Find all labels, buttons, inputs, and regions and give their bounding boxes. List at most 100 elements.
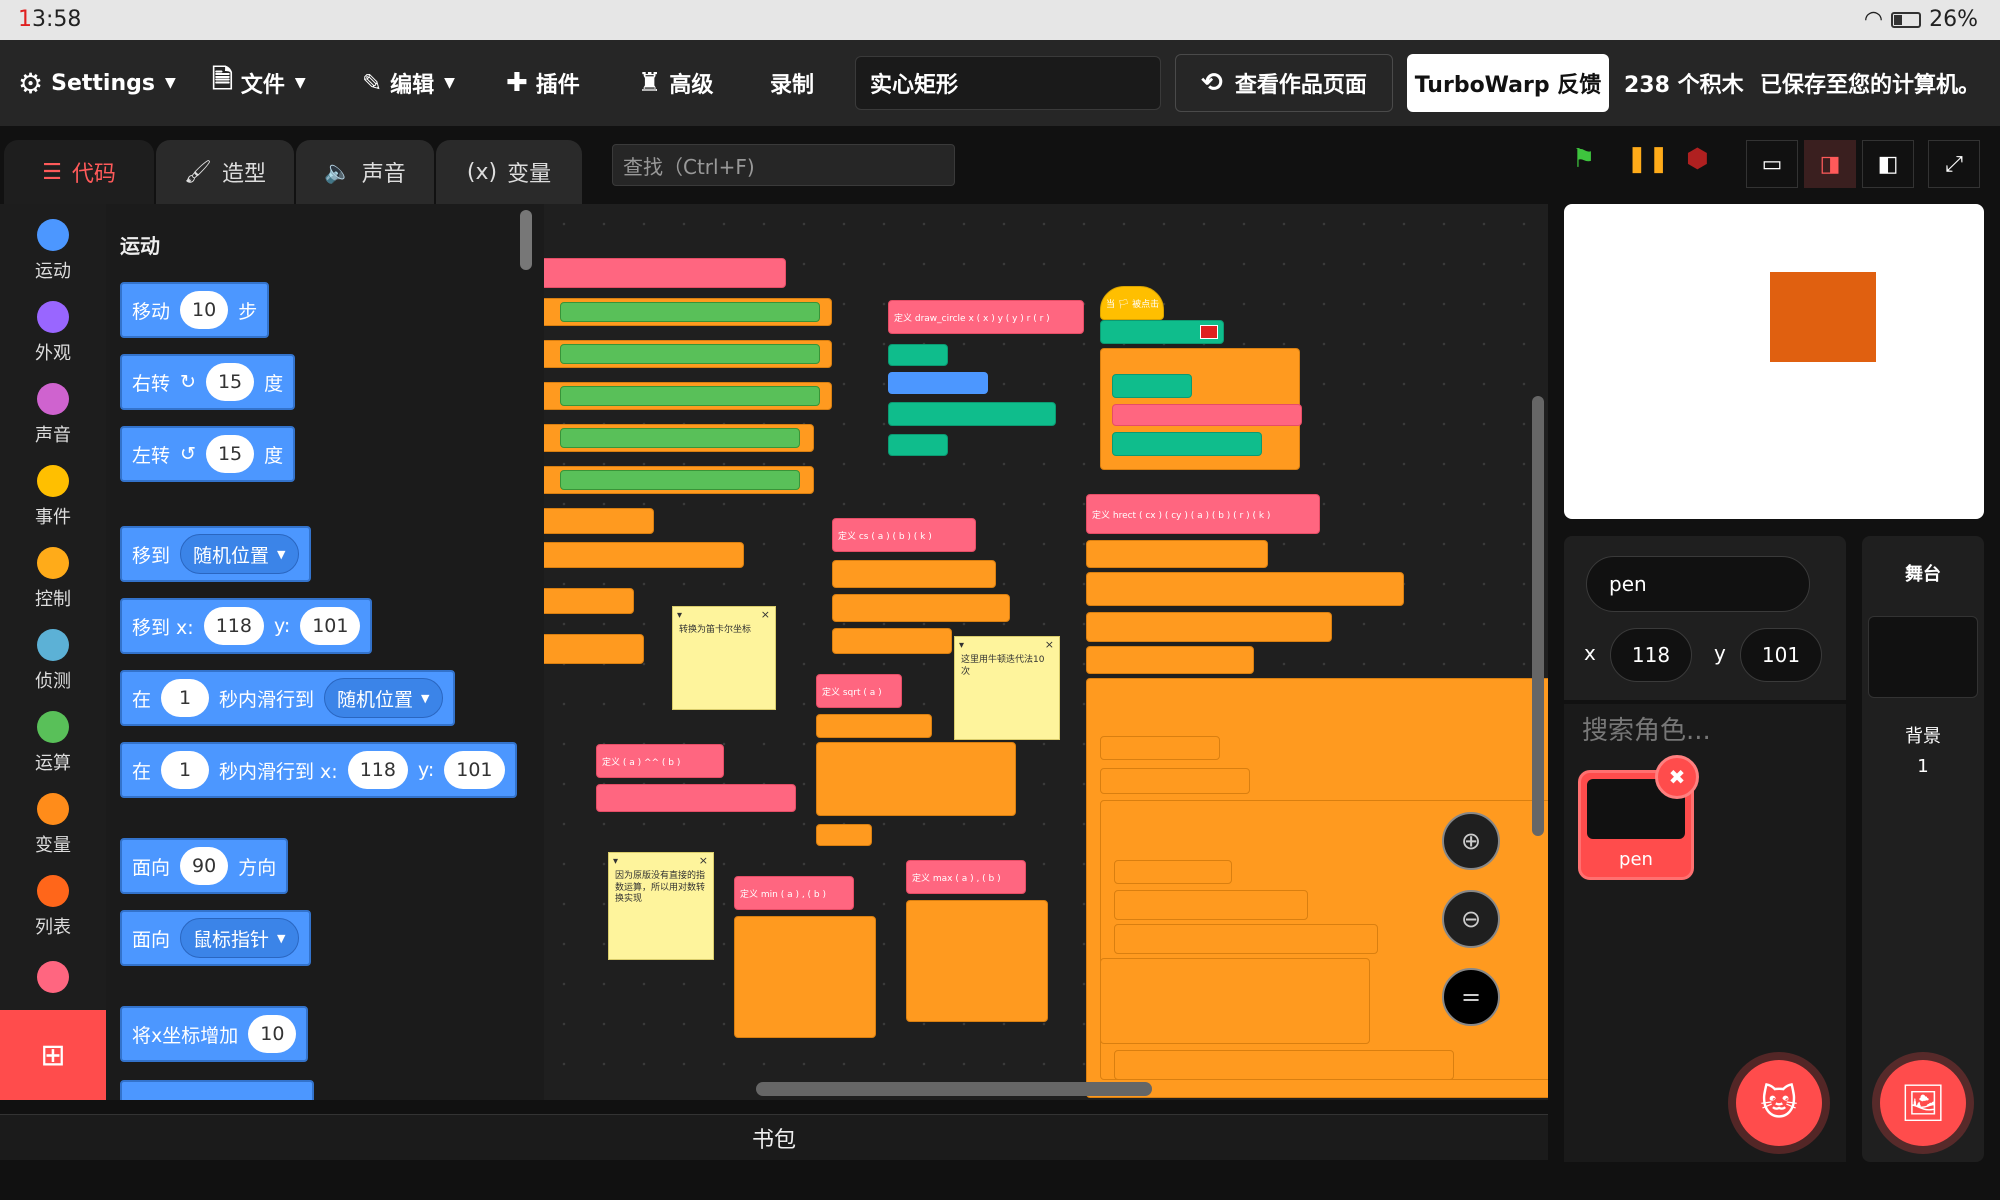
category-looks[interactable]: 外观 <box>0 292 106 374</box>
degrees-input[interactable]: 15 <box>205 435 255 473</box>
category-lists[interactable]: 列表 <box>0 866 106 948</box>
zoom-in-button[interactable]: ⊕ <box>1442 812 1500 870</box>
if-block[interactable] <box>544 508 654 534</box>
find-input[interactable]: 查找（Ctrl+F) <box>612 144 955 186</box>
see-project-page-button[interactable]: ⟲ 查看作品页面 <box>1175 54 1393 112</box>
stage-canvas[interactable] <box>1564 204 1984 519</box>
set-variable-block[interactable] <box>544 542 744 568</box>
define-max[interactable]: 定义 max ( a ) , ( b ) <box>906 860 1026 894</box>
return-min-block[interactable] <box>832 628 952 654</box>
set-i-block[interactable] <box>1086 646 1254 674</box>
workspace-h-scrollbar[interactable] <box>756 1082 1152 1096</box>
tab-variables[interactable]: (x) 变量 <box>436 140 582 204</box>
category-motion[interactable]: 运动 <box>0 210 106 292</box>
define-sqrt[interactable]: 定义 sqrt ( a ) <box>816 674 902 708</box>
change-pen-color-block[interactable] <box>1112 432 1262 456</box>
if-else-block[interactable] <box>906 900 1048 1022</box>
define-cs[interactable]: 定义 cs ( a ) ( b ) ( k ) <box>832 518 976 552</box>
add-extension-button[interactable]: ⊞ <box>0 1010 106 1100</box>
return-block[interactable] <box>544 634 644 664</box>
if-else-block[interactable] <box>734 916 876 1038</box>
sprite-x-input[interactable]: 118 <box>1610 628 1692 682</box>
set-pen-color-block[interactable] <box>1100 320 1224 344</box>
set-dy-block[interactable] <box>832 594 1010 622</box>
color-swatch[interactable] <box>1200 325 1218 339</box>
tab-costumes[interactable]: 🖌 造型 <box>156 140 294 204</box>
else-block[interactable] <box>544 588 634 614</box>
palette-scrollbar[interactable] <box>520 210 532 270</box>
tab-sounds[interactable]: 🔈 声音 <box>296 140 434 204</box>
pen-up-block[interactable] <box>888 344 948 366</box>
delete-sprite-icon[interactable]: ✖ <box>1655 755 1699 799</box>
code-workspace[interactable]: 转换为笛卡尔坐标 定义 draw_circle x ( x ) y ( y ) … <box>544 204 1548 1100</box>
if-mod-block[interactable] <box>1100 958 1370 1044</box>
block-move-steps[interactable]: 移动 10 步 <box>120 282 270 338</box>
x-input[interactable]: 118 <box>347 751 408 789</box>
edit-menu[interactable]: ✎ 编辑 ▼ <box>362 40 455 126</box>
category-sound[interactable]: 声音 <box>0 374 106 456</box>
point-target-dropdown[interactable]: 鼠标指针 ▼ <box>180 918 299 958</box>
pen-down-block[interactable] <box>888 434 948 456</box>
set-dx-block[interactable] <box>832 560 996 588</box>
block-point-towards[interactable]: 面向 鼠标指针 ▼ <box>120 910 311 966</box>
set-variable-block[interactable] <box>544 424 814 452</box>
category-sensing[interactable]: 侦测 <box>0 620 106 702</box>
set-variable-block[interactable] <box>544 298 832 326</box>
category-events[interactable]: 事件 <box>0 456 106 538</box>
block-turn-right[interactable]: 右转 ↻ 15 度 <box>120 354 296 410</box>
backpack[interactable]: 书包 <box>0 1114 1548 1160</box>
set-cols-block[interactable] <box>1086 612 1332 642</box>
degrees-input[interactable]: 15 <box>205 363 255 401</box>
category-myblocks[interactable] <box>0 948 106 1012</box>
fullscreen-icon[interactable]: ⤢ <box>1928 140 1980 188</box>
set-cr-block[interactable] <box>1114 1050 1454 1080</box>
addons-menu[interactable]: ✚ 插件 <box>506 40 580 126</box>
sprite-search-input[interactable]: 搜索角色... <box>1582 710 1711 747</box>
when-flag-clicked-block[interactable]: 当 🏳 被点击 <box>1100 286 1164 320</box>
block-change-x[interactable]: 将x坐标增加 10 <box>120 1006 309 1062</box>
goto-target-dropdown[interactable]: 随机位置 ▼ <box>180 534 299 574</box>
set-rows-block[interactable] <box>1086 572 1404 606</box>
erase-all-block[interactable] <box>1112 374 1192 398</box>
seconds-input[interactable]: 1 <box>161 679 210 717</box>
add-backdrop-button[interactable]: 🖼 <box>1880 1060 1966 1146</box>
project-title-input[interactable]: 实心矩形 <box>855 56 1161 110</box>
comment-note[interactable]: 因为原版没有直接的指数运算，所以用对数转换实现 <box>608 852 714 960</box>
tab-code[interactable]: ☰ 代码 <box>4 140 154 204</box>
category-operators[interactable]: 运算 <box>0 702 106 784</box>
sprite-card-pen[interactable]: pen ✖ <box>1578 755 1699 880</box>
block-goto[interactable]: 移到 随机位置 ▼ <box>120 526 311 582</box>
stop-icon[interactable]: ⬢ <box>1686 144 1709 174</box>
block-glide-xy[interactable]: 在 1 秒内滑行到 x: 118 y: 101 <box>120 742 517 798</box>
zoom-out-button[interactable]: ⊖ <box>1442 890 1500 948</box>
define-hrect[interactable]: 定义 hrect ( cx ) ( cy ) ( a ) ( b ) ( r )… <box>1086 494 1320 534</box>
call-hrect-block[interactable] <box>1112 404 1302 426</box>
return-pow-block[interactable] <box>596 784 796 812</box>
settings-menu[interactable]: ⚙ Settings ▼ <box>18 40 176 126</box>
set-y-block[interactable] <box>1114 924 1378 954</box>
set-pen-size-block[interactable] <box>888 402 1056 426</box>
small-stage-icon[interactable]: ▭ <box>1746 140 1798 188</box>
comment-note[interactable]: 转换为笛卡尔坐标 <box>672 606 776 710</box>
set-j-block[interactable] <box>1100 768 1250 794</box>
feedback-button[interactable]: TurboWarp 反馈 <box>1407 54 1609 112</box>
block-glide[interactable]: 在 1 秒内滑行到 随机位置 ▼ <box>120 670 455 726</box>
goto-xy-block[interactable] <box>888 372 988 394</box>
glide-target-dropdown[interactable]: 随机位置 ▼ <box>324 678 443 718</box>
block-turn-left[interactable]: 左转 ↺ 15 度 <box>120 426 296 482</box>
repeat-block[interactable] <box>816 742 1016 816</box>
set-variable-block[interactable] <box>544 382 832 410</box>
set-sqrt-block[interactable] <box>816 714 932 738</box>
pause-icon[interactable]: ❚❚ <box>1626 144 1670 174</box>
seconds-input[interactable]: 1 <box>161 751 210 789</box>
set-variable-block[interactable] <box>544 466 814 494</box>
return-sqrt-block[interactable] <box>816 824 872 846</box>
block-goto-xy[interactable]: 移到 x: 118 y: 101 <box>120 598 373 654</box>
define-draw-circle[interactable]: 定义 draw_circle x ( x ) y ( y ) r ( r ) <box>888 300 1084 334</box>
category-variables[interactable]: 变量 <box>0 784 106 866</box>
y-input[interactable]: 101 <box>444 751 505 789</box>
normal-stage-icon[interactable]: ◨ <box>1804 140 1856 188</box>
workspace-v-scrollbar[interactable] <box>1532 396 1544 836</box>
sprite-y-input[interactable]: 101 <box>1740 628 1822 682</box>
record-menu[interactable]: 录制 <box>770 40 814 126</box>
